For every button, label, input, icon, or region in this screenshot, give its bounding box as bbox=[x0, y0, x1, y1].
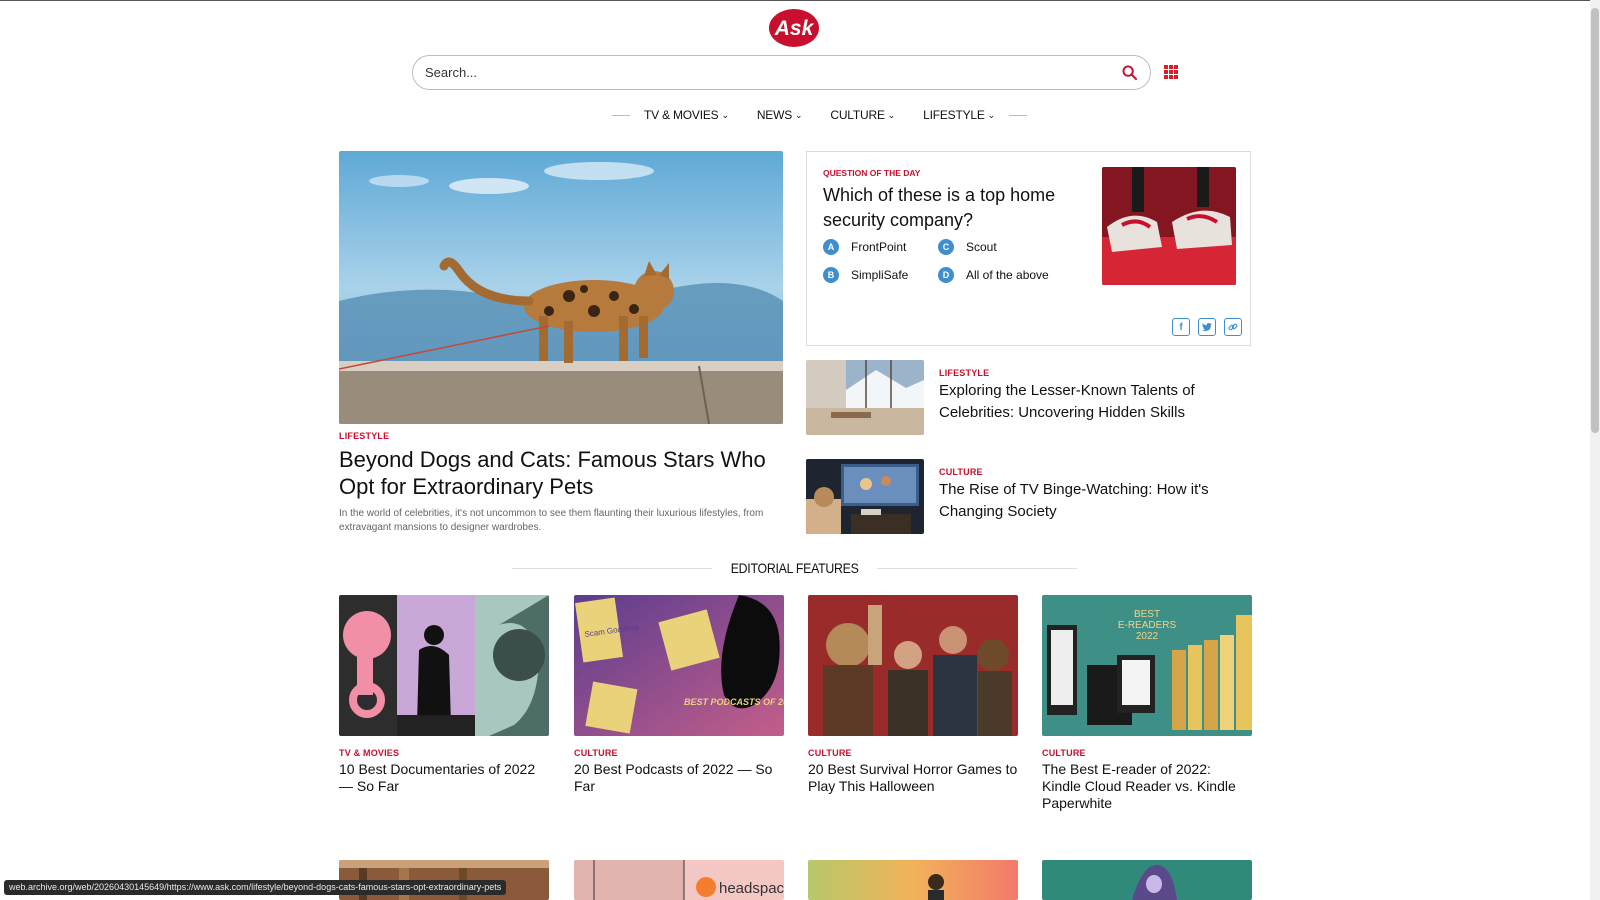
side-article-category[interactable]: CULTURE bbox=[939, 467, 983, 477]
option-text: FrontPoint bbox=[851, 240, 907, 254]
section-divider bbox=[512, 567, 712, 569]
side-article-title[interactable]: Exploring the Lesser-Known Talents of Ce… bbox=[939, 380, 1239, 424]
search-icon[interactable] bbox=[1120, 64, 1138, 82]
nav-item-news[interactable]: NEWS ⌄ bbox=[757, 108, 803, 122]
editorial-card-image[interactable] bbox=[808, 595, 1018, 736]
hero-category[interactable]: LIFESTYLE bbox=[339, 431, 389, 441]
hero-image[interactable] bbox=[339, 151, 783, 424]
editorial-card-title[interactable]: 20 Best Podcasts of 2022 — So Far bbox=[574, 761, 784, 795]
side-article-image[interactable] bbox=[806, 459, 924, 534]
window-top-border bbox=[0, 0, 1590, 1]
chevron-down-icon: ⌄ bbox=[887, 109, 896, 120]
logo-text: Ask bbox=[774, 17, 815, 40]
nav-item-tv-movies[interactable]: TV & MOVIES ⌄ bbox=[644, 108, 729, 122]
apps-grid-icon[interactable] bbox=[1164, 65, 1178, 79]
option-text: SimpliSafe bbox=[851, 268, 909, 282]
link-status-url: web.archive.org/web/20260430145649/https… bbox=[4, 880, 507, 895]
ereader-banner-line-1: BEST bbox=[1134, 609, 1160, 620]
chevron-down-icon: ⌄ bbox=[987, 109, 996, 120]
podcast-banner-text: BEST PODCASTS OF 2022 bbox=[684, 697, 784, 707]
editorial-card-category[interactable]: TV & MOVIES bbox=[339, 748, 549, 758]
nav-item-lifestyle[interactable]: LIFESTYLE ⌄ bbox=[923, 108, 995, 122]
editorial-card[interactable]: CULTURE 20 Best Survival Horror Games to… bbox=[808, 595, 1018, 795]
scrollbar-thumb[interactable] bbox=[1591, 8, 1599, 433]
question-of-the-day-card: QUESTION OF THE DAY Which of these is a … bbox=[806, 151, 1251, 346]
page-scrollbar[interactable] bbox=[1590, 0, 1600, 900]
editorial-card-category[interactable]: CULTURE bbox=[1042, 748, 1252, 758]
qotd-option-c[interactable]: C Scout bbox=[938, 239, 997, 255]
option-letter-badge: C bbox=[938, 239, 954, 255]
qotd-option-d[interactable]: D All of the above bbox=[938, 267, 1049, 283]
option-letter-badge: A bbox=[823, 239, 839, 255]
nav-label: NEWS bbox=[756, 108, 793, 122]
editorial-card[interactable]: Scam Goddess BEST PODCASTS OF 2022 CULTU… bbox=[574, 595, 784, 795]
editorial-card-title[interactable]: 20 Best Survival Horror Games to Play Th… bbox=[808, 761, 1018, 795]
side-article-title[interactable]: The Rise of TV Binge-Watching: How it's … bbox=[939, 479, 1239, 523]
editorial-card[interactable]: TV & MOVIES 10 Best Documentaries of 202… bbox=[339, 595, 549, 795]
chevron-down-icon: ⌄ bbox=[795, 109, 803, 120]
editorial-card-image[interactable] bbox=[1042, 860, 1252, 900]
editorial-card-image[interactable]: BEST E-READERS 2022 bbox=[1042, 595, 1252, 736]
side-article[interactable]: LIFESTYLE Exploring the Lesser-Known Tal… bbox=[806, 360, 1251, 435]
section-title: EDITORIAL FEATURES bbox=[730, 560, 859, 576]
hero-description: In the world of celebrities, it's not un… bbox=[339, 508, 764, 533]
editorial-card-title[interactable]: 10 Best Documentaries of 2022 — So Far bbox=[339, 761, 549, 795]
link-icon[interactable] bbox=[1224, 318, 1242, 336]
editorial-card[interactable]: BEST E-READERS 2022 CULTURE The Best E-r… bbox=[1042, 595, 1252, 812]
nav-divider bbox=[1009, 114, 1028, 116]
ereader-banner-line-3: 2022 bbox=[1136, 631, 1159, 642]
nav-item-culture[interactable]: CULTURE ⌄ bbox=[830, 108, 895, 122]
nav-label: TV & MOVIES bbox=[644, 108, 719, 122]
option-text: Scout bbox=[966, 240, 997, 254]
nav-label: CULTURE bbox=[830, 108, 885, 122]
qotd-image bbox=[1102, 167, 1236, 285]
side-article-category[interactable]: LIFESTYLE bbox=[939, 368, 989, 378]
headspace-text: headspace bbox=[719, 880, 784, 897]
qotd-option-a[interactable]: A FrontPoint bbox=[823, 239, 906, 255]
editorial-card-image[interactable] bbox=[808, 860, 1018, 900]
section-divider bbox=[877, 567, 1078, 569]
option-text: All of the above bbox=[966, 268, 1049, 282]
qotd-label: QUESTION OF THE DAY bbox=[823, 168, 921, 178]
editorial-card-image[interactable] bbox=[339, 595, 549, 736]
qotd-question: Which of these is a top home security co… bbox=[823, 185, 1056, 230]
nav-divider bbox=[612, 114, 630, 116]
search-input[interactable] bbox=[425, 65, 1120, 80]
search-bar bbox=[412, 55, 1151, 90]
chevron-down-icon: ⌄ bbox=[721, 109, 729, 120]
option-letter-badge: D bbox=[938, 267, 954, 283]
option-letter-badge: B bbox=[823, 267, 839, 283]
twitter-icon[interactable] bbox=[1198, 318, 1216, 336]
editorial-card-title[interactable]: The Best E-reader of 2022: Kindle Cloud … bbox=[1042, 761, 1252, 812]
editorial-card-category[interactable]: CULTURE bbox=[808, 748, 1018, 758]
nav-label: LIFESTYLE bbox=[923, 108, 985, 122]
side-article[interactable]: CULTURE The Rise of TV Binge-Watching: H… bbox=[806, 459, 1251, 534]
side-article-image[interactable] bbox=[806, 360, 924, 435]
editorial-card-category[interactable]: CULTURE bbox=[574, 748, 784, 758]
qotd-option-b[interactable]: B SimpliSafe bbox=[823, 267, 908, 283]
ask-logo[interactable]: Ask bbox=[768, 8, 820, 48]
hero-title[interactable]: Beyond Dogs and Cats: Famous Stars Who O… bbox=[339, 446, 789, 500]
editorial-features-heading: EDITORIAL FEATURES bbox=[512, 559, 1078, 577]
ereader-banner-line-2: E-READERS bbox=[1118, 620, 1177, 631]
main-nav: TV & MOVIES ⌄ NEWS ⌄ CULTURE ⌄ LIFESTYLE ⌄ bbox=[612, 106, 1028, 124]
editorial-card-image[interactable]: headspace bbox=[574, 860, 784, 900]
facebook-icon[interactable]: f bbox=[1172, 318, 1190, 336]
editorial-card-image[interactable]: Scam Goddess BEST PODCASTS OF 2022 bbox=[574, 595, 784, 736]
